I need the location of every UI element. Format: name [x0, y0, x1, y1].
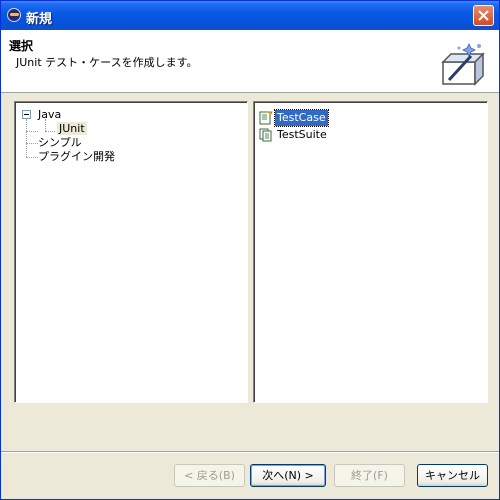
testcase-icon [259, 111, 273, 125]
window-title: 新規 [26, 12, 53, 27]
tree-item-junit[interactable]: JUnit [57, 122, 87, 136]
tree-item-label: JUnit [57, 122, 87, 135]
tree-item-label: Java [38, 108, 62, 121]
finish-button[interactable]: 終了(F) [334, 464, 405, 487]
collapse-toggle[interactable] [22, 110, 31, 119]
eclipse-icon [7, 8, 21, 22]
wizard-list[interactable]: TestCase TestSuite [253, 101, 488, 403]
footer-separator [1, 451, 499, 453]
back-button[interactable]: < 戻る(B) [174, 464, 245, 487]
list-item-label: TestCase [274, 109, 329, 127]
tree-item-label: シンプル [38, 136, 82, 149]
tree-item-label: プラグイン開発 [38, 150, 115, 163]
tree-item-java[interactable]: Java [38, 108, 61, 122]
new-wizard-dialog: 新規 選択 JUnit テスト・ケースを作成します。 Java JUnit シン… [0, 0, 500, 500]
header-description: JUnit テスト・ケースを作成します。 [16, 56, 198, 69]
close-icon [478, 10, 489, 21]
testsuite-icon [259, 128, 272, 142]
title-bar[interactable]: 新規 [1, 1, 499, 30]
header-title: 選択 [9, 39, 34, 53]
cancel-button[interactable]: キャンセル [417, 464, 488, 487]
next-button[interactable]: 次へ(N) > [250, 464, 326, 487]
close-button[interactable] [473, 5, 494, 26]
tree-item-plugin-development[interactable]: プラグイン開発 [38, 150, 115, 164]
tree-item-simple[interactable]: シンプル [38, 136, 82, 150]
wizard-category-tree[interactable]: Java JUnit シンプル プラグイン開発 [14, 101, 248, 403]
wizard-header: 選択 JUnit テスト・ケースを作成します。 [1, 30, 499, 93]
list-item-label: TestSuite [277, 128, 327, 141]
new-wizard-icon [441, 43, 485, 86]
